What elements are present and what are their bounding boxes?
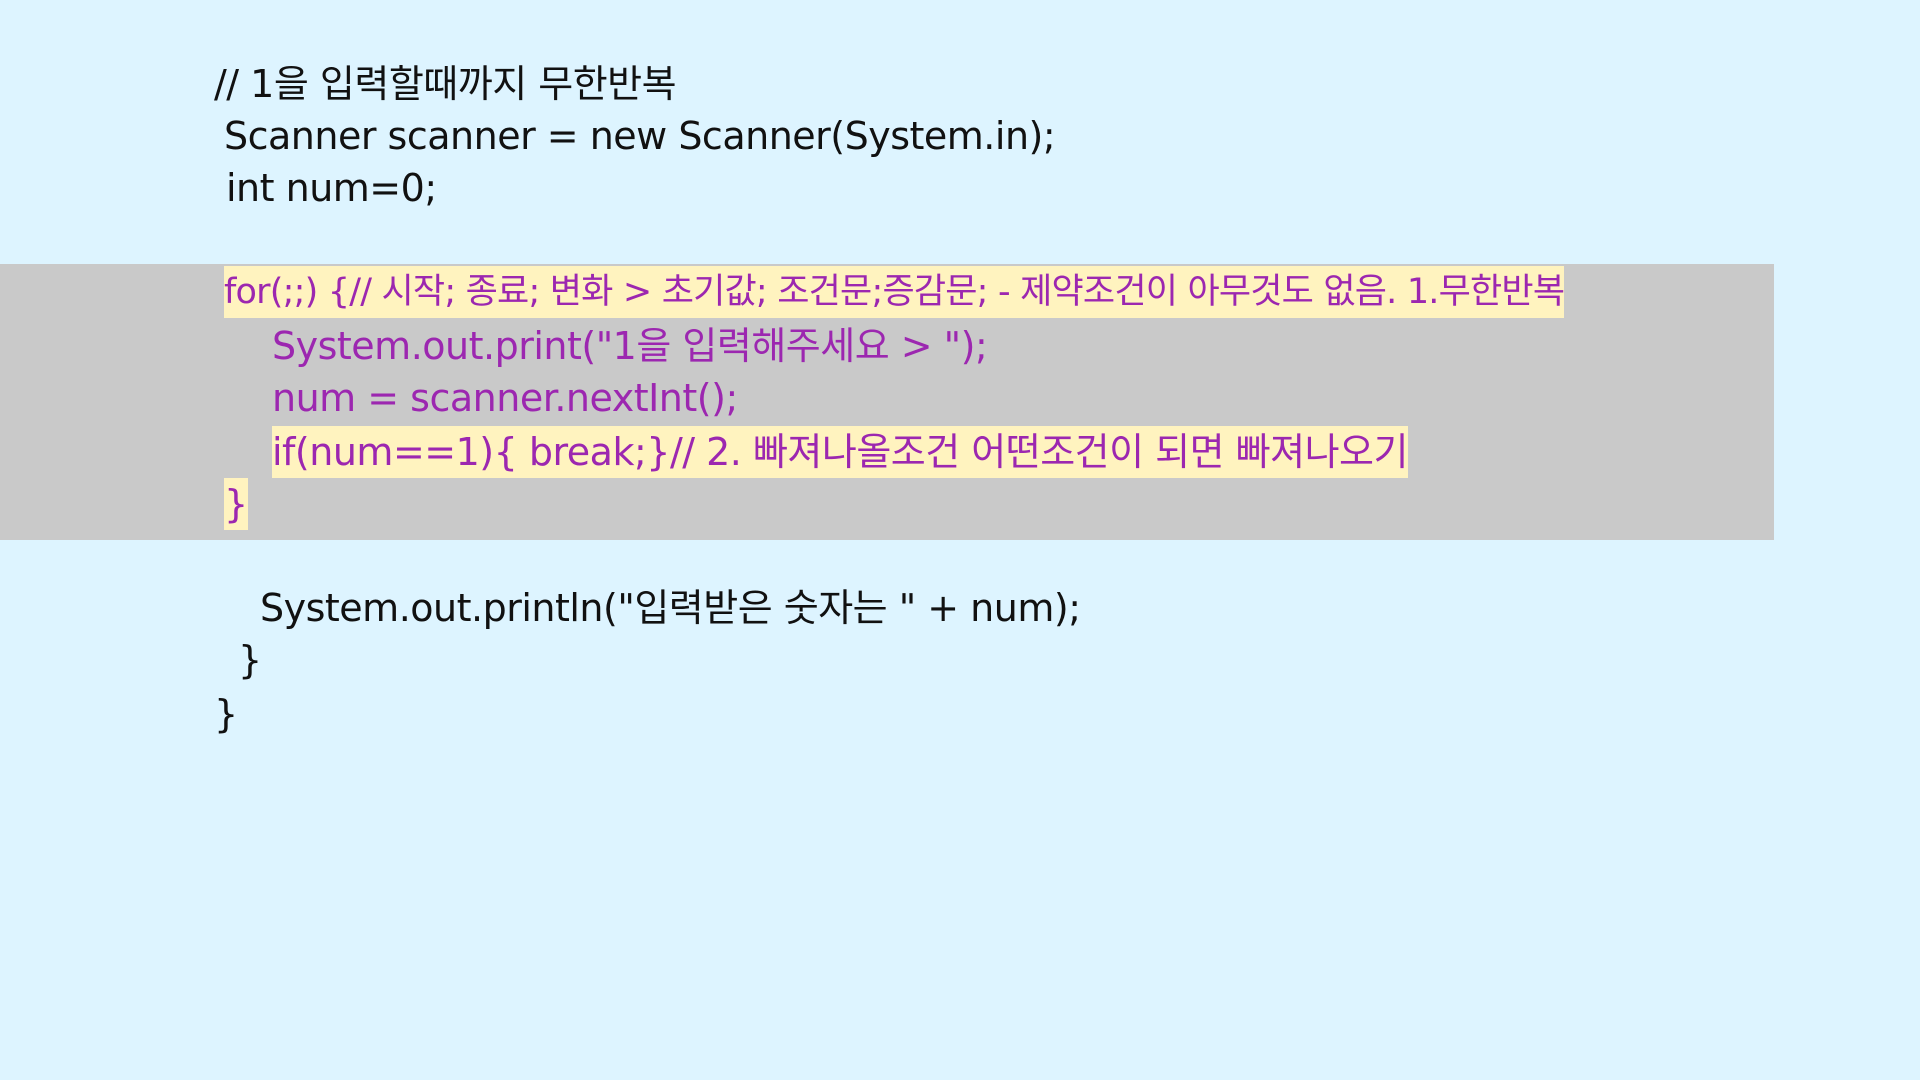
read-input-line: num = scanner.nextInt();	[272, 376, 738, 420]
loop-close-brace: }	[224, 478, 248, 530]
comment-line: // 1을 입력할때까지 무한반복	[214, 62, 677, 106]
slide: // 1을 입력할때까지 무한반복 Scanner scanner = new …	[0, 0, 1920, 1080]
scanner-declaration-line: Scanner scanner = new Scanner(System.in)…	[224, 114, 1056, 158]
print-prompt-line: System.out.print("1을 입력해주세요 > ");	[272, 324, 988, 368]
if-break-line: if(num==1){ break;}// 2. 빠져나올조건 어떤조건이 되면…	[272, 426, 1408, 478]
class-close-brace: }	[214, 692, 238, 736]
num-declaration-line: int num=0;	[226, 166, 437, 210]
for-loop-line: for(;;) {// 시작; 종료; 변화 > 초기값; 조건문;증감문; -…	[224, 266, 1565, 318]
method-close-brace: }	[238, 638, 262, 682]
println-line: System.out.println("입력받은 숫자는 " + num);	[260, 586, 1081, 630]
